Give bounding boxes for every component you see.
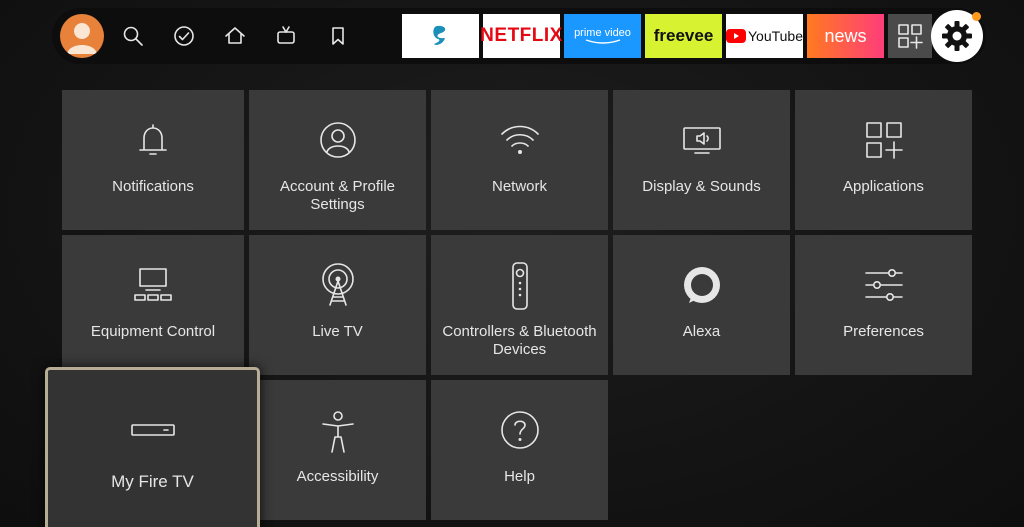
sliders-icon bbox=[795, 267, 972, 303]
prime-video-app[interactable]: prime video bbox=[564, 14, 641, 58]
remote-icon bbox=[431, 261, 608, 311]
tile-label: Accessibility bbox=[296, 468, 379, 485]
tile-label: Display & Sounds bbox=[642, 178, 761, 195]
live-tv-icon[interactable] bbox=[272, 22, 300, 50]
tile-label: Alexa bbox=[682, 323, 721, 340]
fire-tv-device-icon bbox=[48, 422, 257, 438]
display-icon bbox=[613, 124, 790, 158]
youtube-play-icon bbox=[726, 29, 746, 43]
profile-avatar-icon[interactable] bbox=[60, 14, 104, 58]
news-app[interactable]: news bbox=[807, 14, 884, 58]
tile-label: Preferences bbox=[843, 323, 924, 340]
tile-label: Equipment Control bbox=[90, 323, 216, 340]
surfshark-logo-icon bbox=[432, 25, 445, 45]
news-label: news bbox=[824, 25, 867, 46]
netflix-app[interactable]: NETFLIX bbox=[480, 14, 563, 58]
tile-help[interactable]: Help bbox=[431, 380, 608, 520]
notification-dot bbox=[972, 12, 981, 21]
applications-icon bbox=[795, 120, 972, 160]
tile-notifications[interactable]: Notifications bbox=[62, 90, 244, 230]
freevee-label: freevee bbox=[653, 26, 714, 45]
tile-display-sounds[interactable]: Display & Sounds bbox=[613, 90, 790, 230]
all-apps-button[interactable] bbox=[888, 14, 932, 58]
account-icon bbox=[249, 120, 426, 160]
tile-label: Live TV bbox=[312, 323, 363, 340]
tile-label: Controllers & Bluetooth Devices bbox=[442, 323, 597, 358]
tile-label: Network bbox=[491, 178, 547, 195]
tile-label: Applications bbox=[843, 178, 924, 195]
netflix-label: NETFLIX bbox=[480, 25, 563, 46]
bookmark-icon[interactable] bbox=[324, 22, 352, 50]
tile-network[interactable]: Network bbox=[431, 90, 608, 230]
alexa-icon bbox=[613, 265, 790, 305]
tile-label: Notifications bbox=[112, 178, 194, 195]
tile-controllers-bluetooth-devices[interactable]: Controllers & Bluetooth Devices bbox=[431, 235, 608, 375]
tile-alexa[interactable]: Alexa bbox=[613, 235, 790, 375]
tile-account-profile-settings[interactable]: Account & Profile Settings bbox=[249, 90, 426, 230]
gear-icon bbox=[942, 21, 972, 51]
youtube-app[interactable]: YouTube bbox=[726, 14, 803, 58]
wifi-icon bbox=[431, 120, 608, 160]
tile-equipment-control[interactable]: Equipment Control bbox=[62, 235, 244, 375]
apps-grid-icon bbox=[898, 24, 923, 49]
prime-smile-icon bbox=[585, 39, 620, 44]
antenna-icon bbox=[249, 263, 426, 307]
surfshark-app[interactable] bbox=[402, 14, 479, 58]
bell-icon bbox=[62, 120, 244, 160]
youtube-label: YouTube bbox=[747, 28, 803, 44]
home-icon[interactable] bbox=[221, 22, 249, 50]
tile-applications[interactable]: Applications bbox=[795, 90, 972, 230]
tile-live-tv[interactable]: Live TV bbox=[249, 235, 426, 375]
accessibility-icon bbox=[249, 410, 426, 454]
tile-label: My Fire TV bbox=[111, 472, 194, 491]
tile-label: Help bbox=[504, 468, 535, 485]
fire-tv-settings-screen: NETFLIX prime video freevee YouTube news bbox=[0, 0, 1024, 527]
tile-preferences[interactable]: Preferences bbox=[795, 235, 972, 375]
prime-video-label: prime video bbox=[574, 27, 631, 39]
tile-label: Account & Profile Settings bbox=[279, 178, 396, 213]
help-icon bbox=[431, 410, 608, 450]
search-icon[interactable] bbox=[119, 22, 147, 50]
equipment-icon bbox=[62, 265, 244, 305]
tile-my-fire-tv[interactable]: My Fire TV bbox=[45, 367, 260, 527]
freevee-app[interactable]: freevee bbox=[645, 14, 722, 58]
check-circle-icon[interactable] bbox=[170, 22, 198, 50]
tile-accessibility[interactable]: Accessibility bbox=[249, 380, 426, 520]
